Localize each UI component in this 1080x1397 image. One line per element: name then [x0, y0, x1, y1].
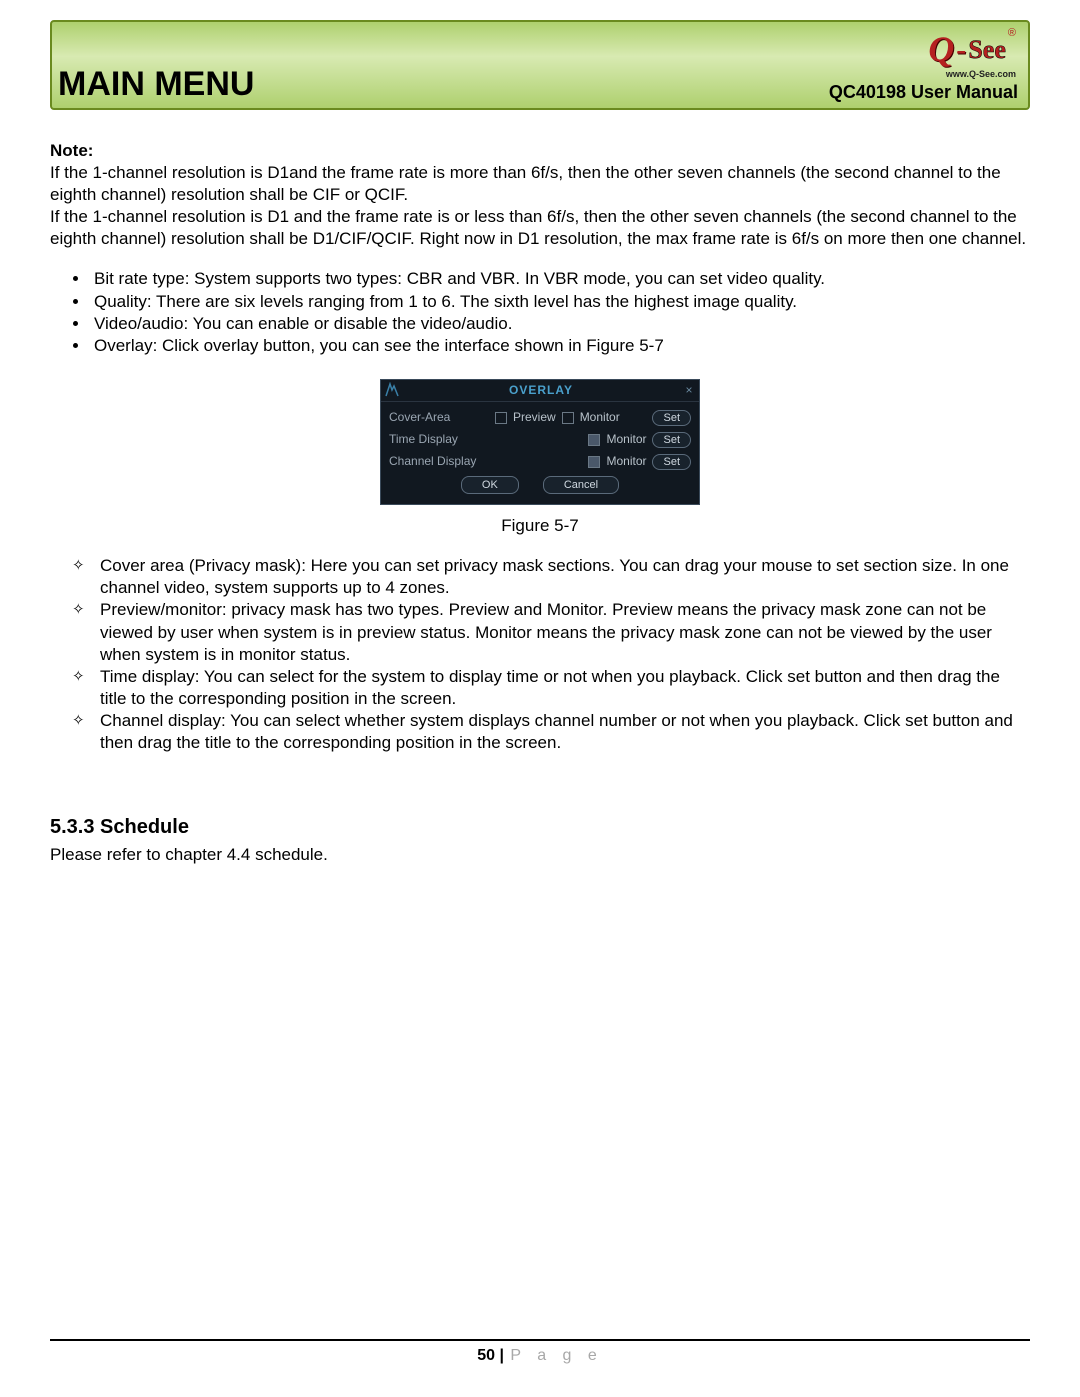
bullet-list: Bit rate type: System supports two types…	[90, 268, 1030, 356]
diamond-list: Cover area (Privacy mask): Here you can …	[72, 555, 1030, 754]
overlay-titlebar: OVERLAY ×	[381, 380, 699, 402]
logo-q: Q	[928, 26, 954, 73]
overlay-title: OVERLAY	[403, 383, 679, 399]
overlay-row-cover-area: Cover-Area Preview Monitor Set	[389, 410, 691, 426]
doc-label: QC40198 User Manual	[829, 81, 1018, 104]
note-paragraph-1: If the 1-channel resolution is D1and the…	[50, 162, 1030, 206]
row-label: Time Display	[389, 432, 489, 448]
page-title: MAIN MENU	[58, 62, 254, 106]
close-icon[interactable]: ×	[679, 380, 699, 400]
list-item: Preview/monitor: privacy mask has two ty…	[72, 599, 1030, 665]
overlay-row-time-display: Time Display Monitor Set	[389, 432, 691, 448]
page-sep: |	[495, 1347, 508, 1364]
list-item: Channel display: You can select whether …	[72, 710, 1030, 754]
overlay-dialog: OVERLAY × Cover-Area Preview Monitor Set	[380, 379, 700, 505]
list-item: Overlay: Click overlay button, you can s…	[90, 335, 1030, 357]
row-label: Cover-Area	[389, 410, 489, 426]
note-label: Note:	[50, 140, 1030, 162]
footer-rule	[50, 1339, 1030, 1341]
header-band: Q - See ® www.Q-See.com MAIN MENU QC4019…	[50, 20, 1030, 110]
section-heading: 5.3.3 Schedule	[50, 814, 1030, 840]
overlay-app-icon	[381, 379, 403, 401]
overlay-dialog-figure: OVERLAY × Cover-Area Preview Monitor Set	[380, 379, 700, 505]
brand-logo: Q - See ® www.Q-See.com	[928, 26, 1016, 80]
logo-trademark: ®	[1008, 26, 1016, 40]
list-item: Time display: You can select for the sys…	[72, 666, 1030, 710]
ok-button[interactable]: OK	[461, 476, 519, 494]
monitor-label: Monitor	[580, 410, 620, 426]
page-footer: 50 | P a g e	[0, 1346, 1080, 1367]
preview-checkbox[interactable]	[495, 412, 507, 424]
section-body: Please refer to chapter 4.4 schedule.	[50, 844, 1030, 866]
list-item: Video/audio: You can enable or disable t…	[90, 313, 1030, 335]
logo-dash: -	[956, 30, 966, 69]
monitor-checkbox[interactable]	[588, 434, 600, 446]
monitor-checkbox[interactable]	[588, 456, 600, 468]
overlay-row-channel-display: Channel Display Monitor Set	[389, 454, 691, 470]
list-item: Cover area (Privacy mask): Here you can …	[72, 555, 1030, 599]
set-button[interactable]: Set	[652, 432, 691, 448]
row-label: Channel Display	[389, 454, 489, 470]
page-number: 50	[477, 1347, 495, 1364]
set-button[interactable]: Set	[652, 410, 691, 426]
set-button[interactable]: Set	[652, 454, 691, 470]
monitor-checkbox[interactable]	[562, 412, 574, 424]
list-item: Quality: There are six levels ranging fr…	[90, 291, 1030, 313]
preview-label: Preview	[513, 410, 556, 426]
note-paragraph-2: If the 1-channel resolution is D1 and th…	[50, 206, 1030, 250]
monitor-label: Monitor	[606, 432, 646, 448]
monitor-label: Monitor	[606, 454, 646, 470]
figure-caption: Figure 5-7	[50, 515, 1030, 537]
cancel-button[interactable]: Cancel	[543, 476, 619, 494]
page-word: P a g e	[510, 1347, 602, 1364]
list-item: Bit rate type: System supports two types…	[90, 268, 1030, 290]
logo-see: See	[968, 33, 1006, 67]
